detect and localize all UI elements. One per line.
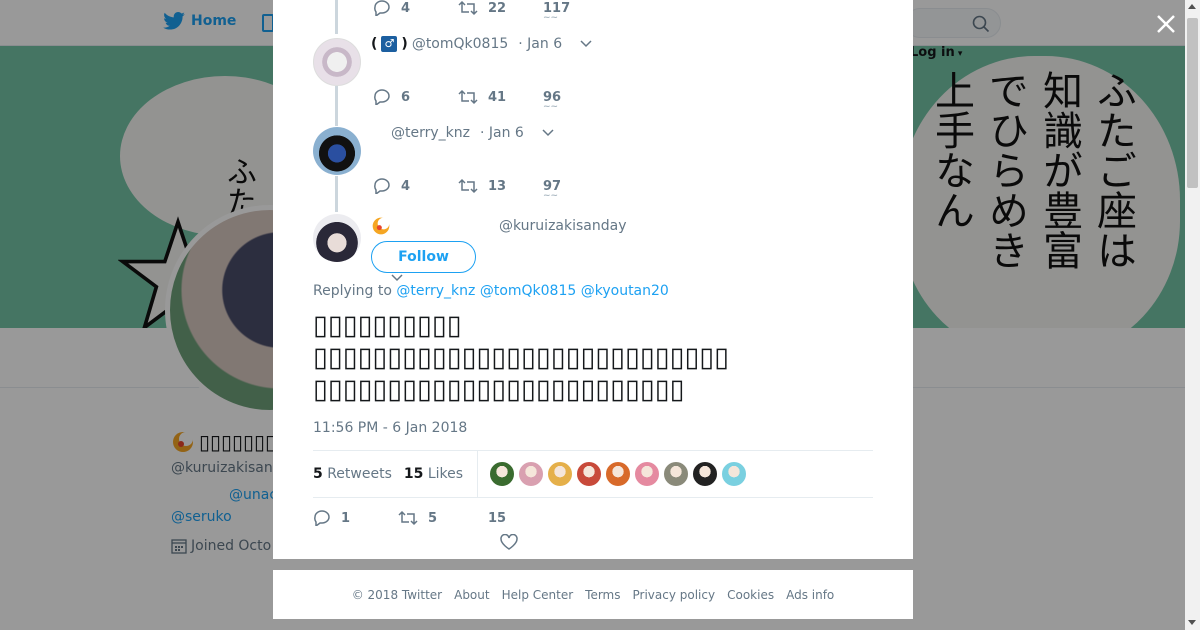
replying-to: Replying to @terry_knz @tomQk0815 @kyout… — [313, 283, 669, 299]
liker-avatar[interactable] — [547, 461, 574, 487]
male-sign-icon: ♂ — [381, 36, 398, 52]
copyright: © 2018 Twitter — [351, 587, 443, 602]
likes-stat[interactable]: 15 Likes — [404, 466, 463, 482]
reply-name-paren: ) — [401, 36, 408, 52]
like-action[interactable]: 96 — [543, 90, 628, 112]
tweet-author-handle[interactable]: @kuruizakisanday — [499, 218, 627, 234]
retweet-action[interactable]: 13 — [458, 178, 543, 194]
reply-date[interactable]: · Jan 6 — [480, 125, 524, 141]
footer-link-ads-info[interactable]: Ads info — [786, 588, 834, 602]
chevron-down-icon[interactable] — [391, 274, 403, 282]
reply-header: ( ♂ ) @tomQk0815 · Jan 6 — [371, 36, 592, 52]
tweet-text: ▯▯▯▯▯▯▯▯▯▯ ▯▯▯▯▯▯▯▯▯▯▯▯▯▯▯▯▯▯▯▯▯▯▯▯▯▯▯▯ … — [313, 310, 730, 405]
reply-icon — [374, 0, 390, 16]
footer-link-privacy[interactable]: Privacy policy — [633, 588, 716, 602]
likes-count: 15 — [403, 466, 424, 482]
scroll-up-arrow-icon[interactable] — [1188, 4, 1196, 9]
reply-actions: 6 41 96 — [373, 89, 628, 112]
scrollbar-thumb[interactable] — [1187, 18, 1198, 188]
liker-avatar[interactable] — [663, 461, 690, 487]
scroll-down-arrow-icon[interactable] — [1188, 620, 1196, 625]
thread-line — [335, 0, 338, 34]
liker-avatar[interactable] — [489, 461, 516, 487]
retweet-count: 13 — [488, 178, 507, 194]
reply-handle[interactable]: @tomQk0815 — [412, 36, 508, 52]
reply-icon — [374, 89, 390, 105]
retweet-count: 22 — [488, 0, 507, 16]
reply-count: 4 — [401, 178, 411, 194]
stats-divider — [477, 451, 479, 497]
retweet-count: 41 — [488, 89, 507, 105]
mention-link[interactable]: @kyoutan20 — [581, 283, 669, 299]
likes-label: Likes — [427, 466, 464, 482]
tweet-actions: 1 5 15 — [313, 510, 568, 526]
reply-header: @terry_knz · Jan 6 — [391, 125, 554, 141]
tweet-actions: 4 22 117 — [373, 0, 628, 23]
like-action[interactable]: 97 — [543, 179, 628, 201]
footer-link-terms[interactable]: Terms — [585, 588, 620, 602]
reply-avatar[interactable] — [313, 127, 361, 175]
footer-link-help-center[interactable]: Help Center — [502, 588, 574, 602]
reply-date[interactable]: · Jan 6 — [518, 36, 562, 52]
reply-action[interactable]: 1 — [313, 510, 398, 526]
thread-line — [335, 176, 338, 212]
retweets-stat[interactable]: 5 Retweets — [313, 466, 392, 482]
liker-avatars — [489, 461, 748, 487]
like-count: 97 — [543, 179, 561, 201]
retweet-icon — [398, 510, 418, 526]
replying-to-label: Replying to — [313, 283, 392, 299]
liker-avatar[interactable] — [634, 461, 661, 487]
footer-link-about[interactable]: About — [454, 588, 489, 602]
reply-action[interactable]: 4 — [373, 0, 458, 16]
liker-avatar[interactable] — [576, 461, 603, 487]
follow-button[interactable]: Follow — [371, 241, 476, 273]
retweet-action[interactable]: 22 — [458, 0, 543, 16]
liker-avatar[interactable] — [605, 461, 632, 487]
tweet-stats: 5 Retweets 15 Likes — [313, 450, 873, 498]
tweet-author[interactable]: @kuruizakisanday — [371, 216, 627, 236]
thread-line — [335, 86, 338, 126]
liker-avatar[interactable] — [721, 461, 748, 487]
liker-avatar[interactable] — [518, 461, 545, 487]
reply-name-paren: ( — [371, 36, 378, 52]
reply-count: 1 — [341, 510, 351, 526]
reply-icon — [374, 178, 390, 194]
page-scrollbar[interactable] — [1185, 0, 1200, 630]
retweets-count: 5 — [313, 466, 323, 482]
retweet-icon — [458, 178, 478, 194]
crescent-moon-icon — [372, 217, 390, 235]
chevron-down-icon[interactable] — [580, 40, 592, 48]
footer-link-cookies[interactable]: Cookies — [727, 588, 774, 602]
mention-link[interactable]: @tomQk0815 — [480, 283, 576, 299]
retweet-count: 5 — [428, 510, 438, 526]
mention-link[interactable]: @terry_knz — [396, 283, 475, 299]
reply-action[interactable]: 6 — [373, 89, 458, 105]
tweet-timestamp[interactable]: 11:56 PM - 6 Jan 2018 — [313, 420, 467, 436]
tweet-author-avatar[interactable] — [313, 214, 361, 262]
reply-actions: 4 13 97 — [373, 178, 628, 201]
like-count: 96 — [543, 90, 561, 112]
liker-avatar[interactable] — [692, 461, 719, 487]
like-count: 117 — [543, 1, 570, 23]
reply-count: 4 — [401, 0, 411, 16]
heart-icon[interactable] — [500, 534, 518, 550]
modal-footer: © 2018 Twitter About Help Center Terms P… — [273, 570, 913, 619]
retweet-icon — [458, 0, 478, 16]
reply-action[interactable]: 4 — [373, 178, 458, 194]
tweet-modal: 4 22 117 ( ♂ ) @tomQk0815 · Jan 6 6 41 — [273, 0, 913, 559]
reply-avatar[interactable] — [313, 38, 361, 86]
retweet-action[interactable]: 5 — [398, 510, 483, 526]
retweet-action[interactable]: 41 — [458, 89, 543, 105]
like-action[interactable]: 15 — [483, 511, 568, 526]
reply-handle[interactable]: @terry_knz — [391, 125, 470, 141]
retweet-icon — [458, 89, 478, 105]
close-icon[interactable] — [1154, 12, 1178, 36]
reply-icon — [314, 510, 330, 526]
like-count: 15 — [488, 510, 507, 526]
chevron-down-icon[interactable] — [542, 129, 554, 137]
retweets-label: Retweets — [327, 466, 392, 482]
like-action[interactable]: 117 — [543, 1, 628, 23]
reply-count: 6 — [401, 89, 411, 105]
